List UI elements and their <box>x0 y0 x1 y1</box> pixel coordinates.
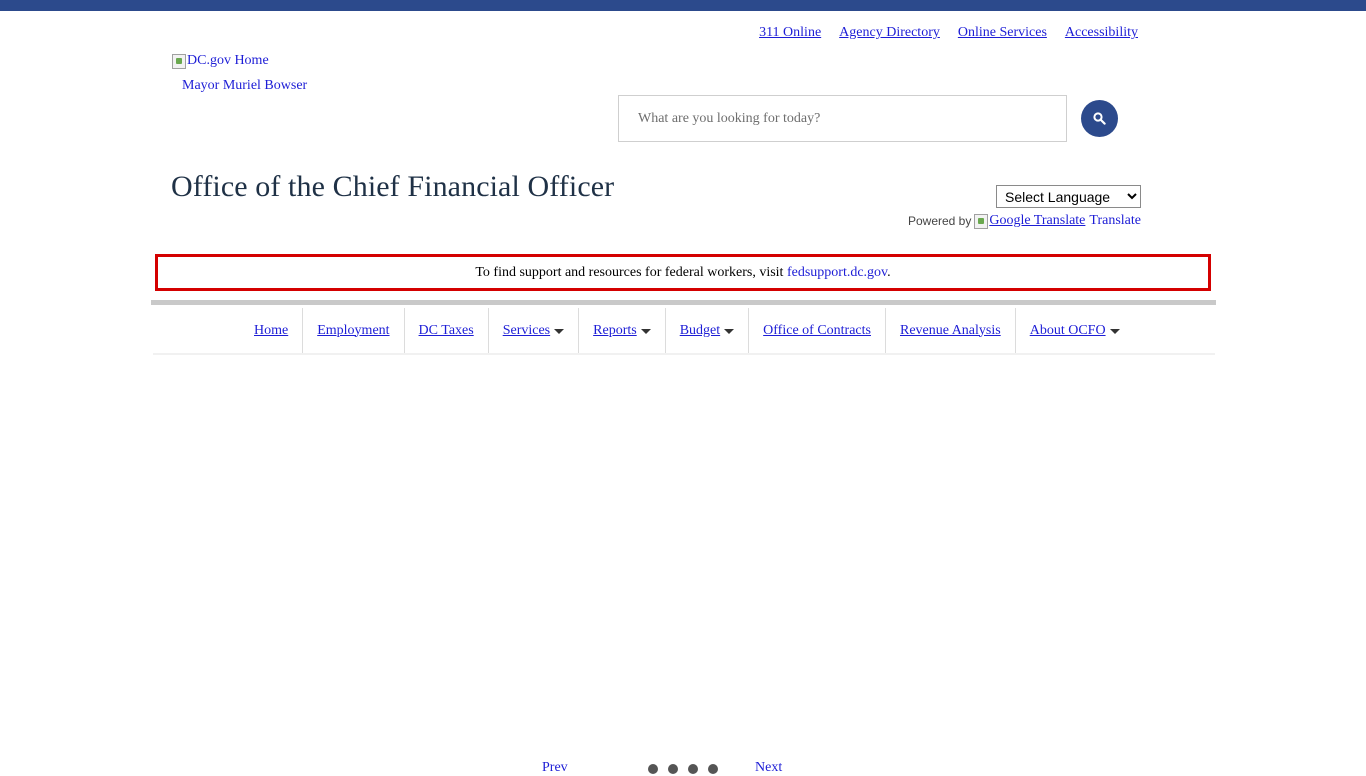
powered-by-label: Powered by <box>907 214 972 228</box>
carousel-dot[interactable] <box>688 764 698 774</box>
nav-item-label: Services <box>502 322 551 338</box>
carousel-dot[interactable] <box>708 764 718 774</box>
broken-image-icon <box>172 53 186 69</box>
nav-item-reports[interactable]: Reports <box>579 308 666 353</box>
dc-gov-home-logo[interactable]: DC.gov Home <box>172 53 269 69</box>
broken-image-icon <box>974 213 989 229</box>
utility-link-accessibility[interactable]: Accessibility <box>1065 25 1138 41</box>
google-translate-alt-text: Google Translate <box>989 213 1086 228</box>
carousel-dots <box>648 764 718 774</box>
translate-link[interactable]: Translate <box>1089 213 1141 229</box>
search-icon <box>1093 112 1106 125</box>
caret-down-icon <box>724 328 735 334</box>
utility-link-online-services[interactable]: Online Services <box>958 25 1047 41</box>
nav-item-revenue-analysis[interactable]: Revenue Analysis <box>886 308 1016 353</box>
caret-down-icon <box>1109 328 1120 334</box>
nav-item-services[interactable]: Services <box>489 308 580 353</box>
federal-workers-alert: To find support and resources for federa… <box>155 254 1211 291</box>
utility-nav: 311 Online Agency Directory Online Servi… <box>759 25 1138 41</box>
nav-item-label: Home <box>254 322 289 338</box>
nav-item-label: Budget <box>679 322 721 338</box>
search-input[interactable] <box>619 96 1066 141</box>
search-box <box>618 95 1067 142</box>
nav-item-home[interactable]: Home <box>240 308 304 353</box>
carousel-prev-button[interactable]: Prev <box>542 760 568 776</box>
carousel-controls: Prev Next <box>540 760 800 775</box>
nav-item-label: Reports <box>593 322 637 338</box>
nav-item-dc-taxes[interactable]: DC Taxes <box>405 308 489 353</box>
carousel-next-button[interactable]: Next <box>755 760 782 776</box>
alert-text-before: To find support and resources for federa… <box>475 264 787 280</box>
caret-down-icon <box>554 328 565 334</box>
main-nav: Home Employment DC Taxes Services Report… <box>240 308 1134 353</box>
logo-alt-text: DC.gov Home <box>187 53 269 68</box>
language-select[interactable]: Select Language <box>996 185 1141 208</box>
google-translate-logo[interactable]: Google Translate <box>974 213 1085 229</box>
carousel-dot[interactable] <box>648 764 658 774</box>
alert-text-after: . <box>887 264 891 280</box>
powered-by-translate: Powered by Google Translate Translate <box>908 213 1141 229</box>
mayor-link-wrap: Mayor Muriel Bowser <box>182 78 307 94</box>
alert-text: To find support and resources for federa… <box>475 265 890 281</box>
nav-item-employment[interactable]: Employment <box>303 308 405 353</box>
fedsupport-link[interactable]: fedsupport.dc.gov <box>787 265 887 280</box>
nav-item-label: About OCFO <box>1029 322 1106 338</box>
carousel-dot[interactable] <box>668 764 678 774</box>
nav-item-label: Office of Contracts <box>763 322 871 338</box>
site-title: Office of the Chief Financial Officer <box>171 170 615 203</box>
nav-item-office-of-contracts[interactable]: Office of Contracts <box>749 308 886 353</box>
nav-item-about-ocfo[interactable]: About OCFO <box>1016 308 1134 353</box>
nav-item-budget[interactable]: Budget <box>666 308 750 353</box>
nav-bottom-rule <box>153 353 1215 355</box>
utility-link-agency-directory[interactable]: Agency Directory <box>839 25 940 41</box>
mayor-link[interactable]: Mayor Muriel Bowser <box>182 78 307 93</box>
nav-item-label: Employment <box>317 322 390 338</box>
top-brand-bar <box>0 0 1366 11</box>
search-button[interactable] <box>1081 100 1118 137</box>
caret-down-icon <box>640 328 651 334</box>
utility-link-311-online[interactable]: 311 Online <box>759 25 821 41</box>
nav-item-label: DC Taxes <box>418 322 474 338</box>
nav-top-rule <box>151 300 1216 305</box>
nav-item-label: Revenue Analysis <box>899 322 1001 338</box>
